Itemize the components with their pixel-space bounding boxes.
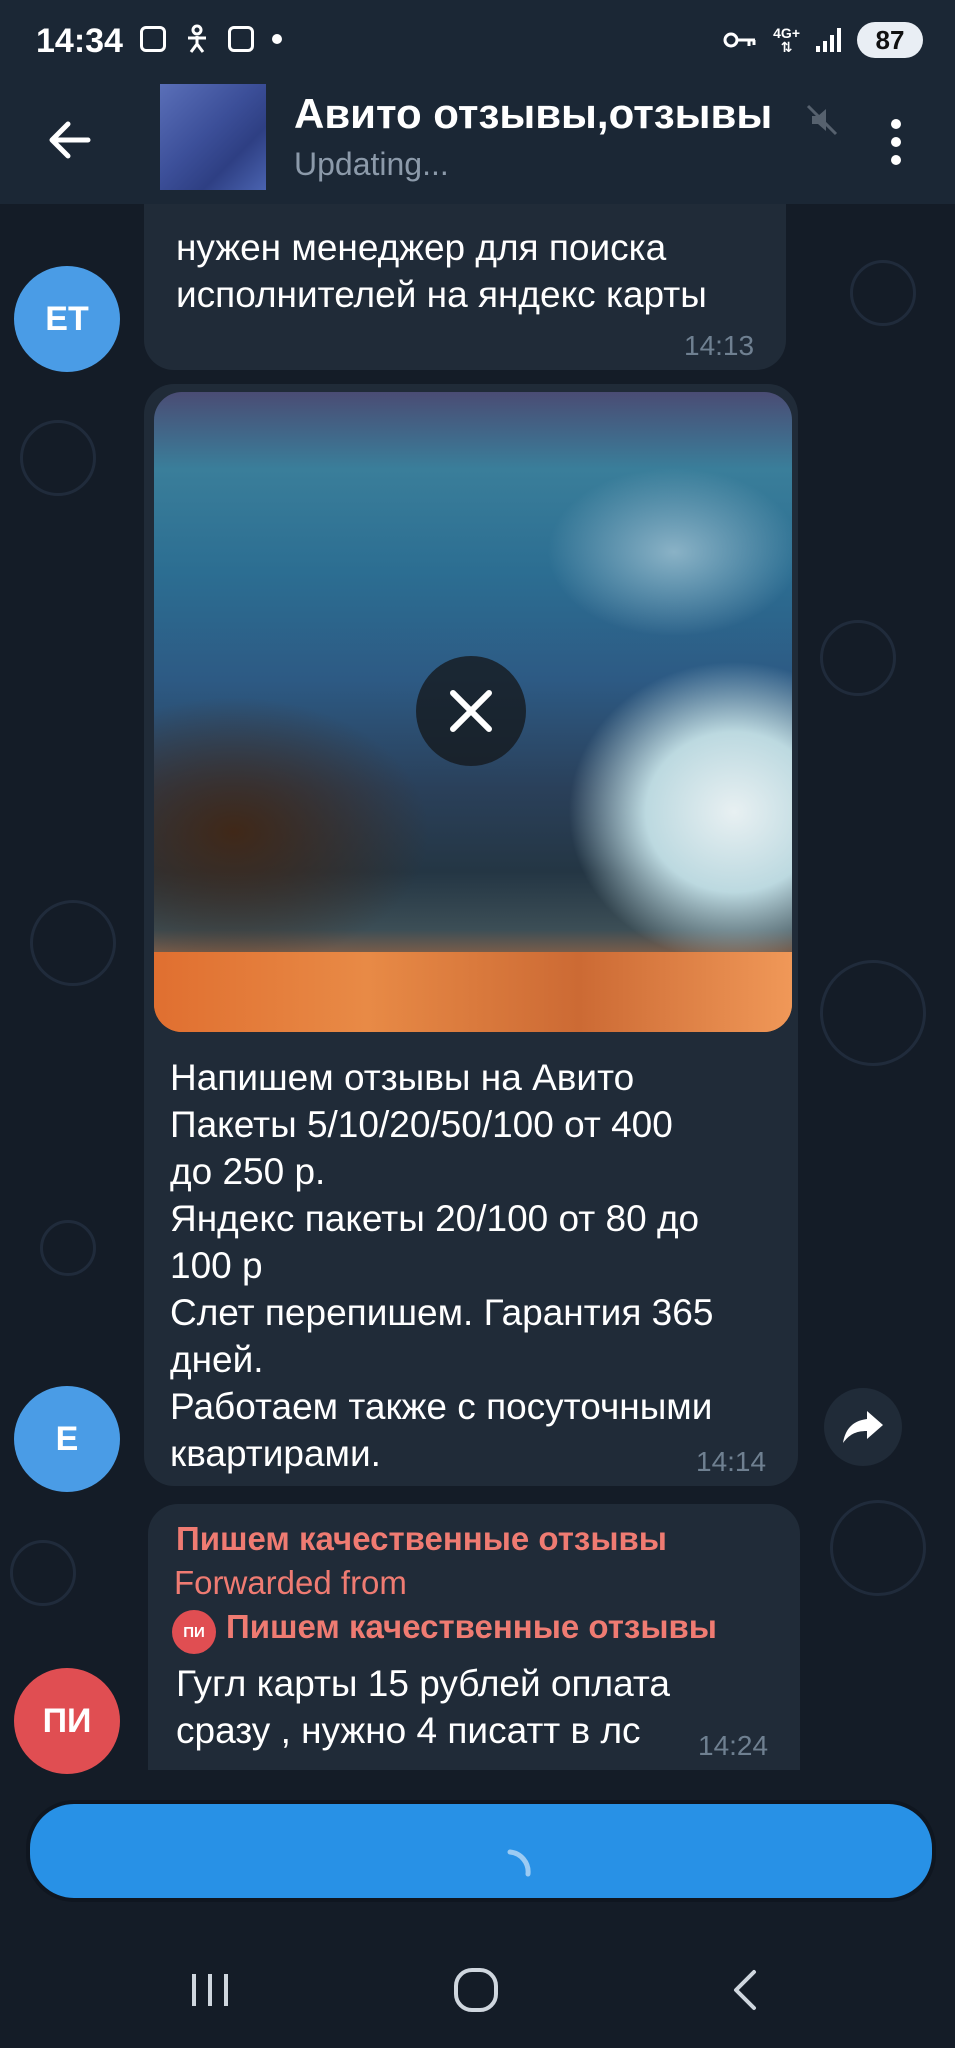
chat-title[interactable]: Авито отзывы,отзывы: [294, 90, 784, 138]
app-notification-icon: [228, 26, 254, 52]
bottom-action-bar: [0, 1774, 955, 1930]
sender-avatar[interactable]: E: [14, 1386, 120, 1492]
muted-icon: [806, 104, 838, 136]
sender-avatar[interactable]: ET: [14, 266, 120, 372]
key-icon: [723, 32, 756, 48]
message-text: нужен менеджер для поиска исполнителей н…: [176, 227, 707, 315]
loading-spinner-icon: [507, 1849, 531, 1877]
more-notifications-dot: [272, 34, 282, 44]
chat-avatar[interactable]: [160, 84, 266, 190]
sender-name[interactable]: Пишем качественные отзывы: [176, 1520, 667, 1558]
screenshot-icon: [140, 26, 166, 52]
join-channel-button[interactable]: [26, 1800, 936, 1902]
message-time: 14:13: [684, 330, 755, 361]
message-text: Напишем отзывы на Авито Пакеты 5/10/20/5…: [170, 1057, 714, 1474]
message-time: 14:24: [698, 1730, 769, 1761]
sender-avatar[interactable]: ПИ: [14, 1668, 120, 1774]
network-label: 4G+: [773, 25, 800, 41]
status-notification-icons: [140, 24, 282, 54]
message-time: 14:14: [696, 1446, 767, 1477]
back-nav-icon[interactable]: [716, 1960, 776, 2020]
forwarded-label: Forwarded from: [174, 1564, 407, 1601]
chat-status: Updating...: [294, 146, 449, 182]
system-navigation-bar: [0, 1930, 955, 2048]
recent-apps-icon[interactable]: [180, 1960, 240, 2020]
status-bar: 14:34 4G+ ⇅ 87: [0, 0, 955, 80]
close-icon: [450, 690, 492, 732]
status-time: 14:34: [36, 22, 123, 60]
forwarded-channel-name[interactable]: Пишем качественные отзывы: [226, 1608, 717, 1646]
share-arrow-icon: [843, 1411, 883, 1443]
home-icon[interactable]: [446, 1960, 506, 2020]
message-text: Гугл карты 15 рублей оплата сразу , нужн…: [176, 1663, 671, 1751]
signal-icon: [816, 28, 841, 52]
status-system-icons: 4G+ ⇅ 87: [723, 22, 923, 58]
share-button[interactable]: [824, 1388, 902, 1466]
chat-header: Авито отзывы,отзывы Updating...: [0, 80, 955, 204]
accessibility-icon: [188, 24, 206, 53]
battery-indicator: 87: [857, 22, 923, 58]
back-arrow-icon[interactable]: [42, 112, 98, 168]
more-menu-icon[interactable]: [878, 114, 914, 170]
cancel-download-button[interactable]: [416, 656, 526, 766]
forwarded-channel-avatar[interactable]: ПИ: [172, 1610, 216, 1654]
network-type: 4G+ ⇅: [773, 25, 800, 55]
